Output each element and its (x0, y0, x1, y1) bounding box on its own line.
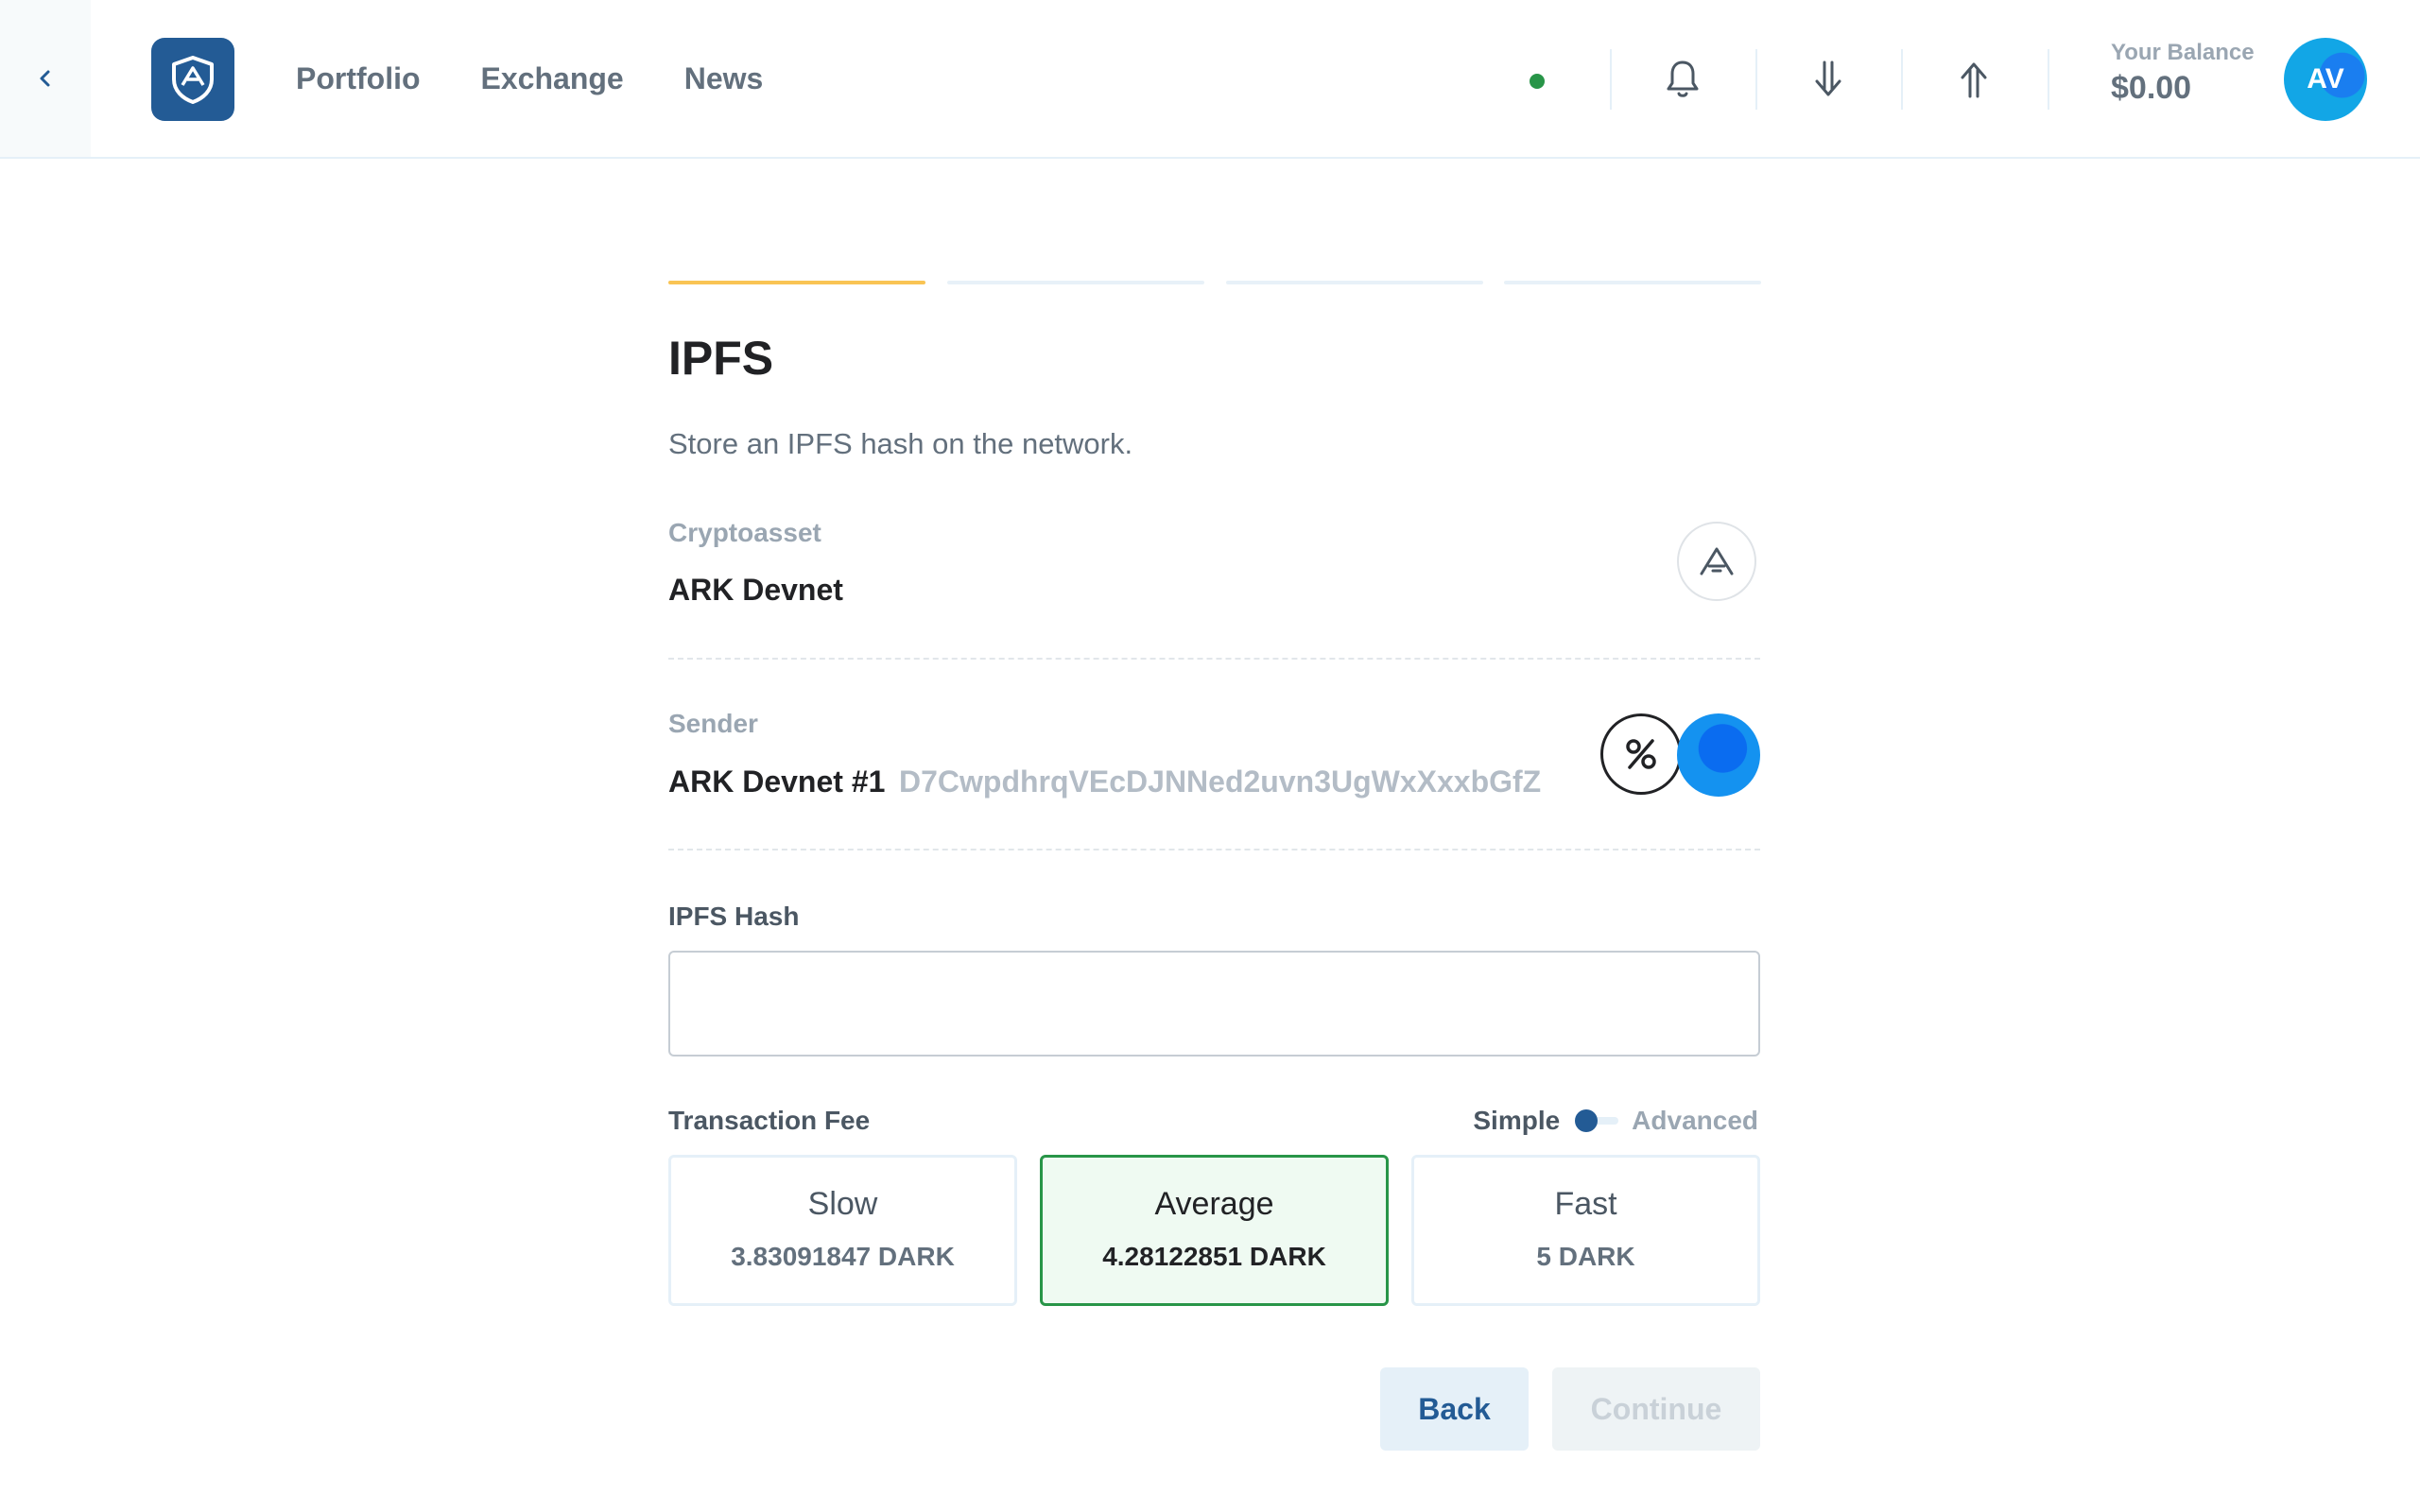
ark-logo[interactable] (151, 38, 234, 121)
balance-display: Your Balance $0.00 (2111, 40, 2255, 107)
notifications-button[interactable] (1656, 53, 1709, 106)
bell-icon (1667, 60, 1699, 97)
fee-option-fast[interactable]: Fast 5 DARK (1411, 1155, 1760, 1306)
step-1-indicator (668, 281, 925, 284)
fee-option-amount: 5 DARK (1536, 1242, 1635, 1271)
sender-label: Sender (668, 709, 758, 738)
ipfs-hash-label: IPFS Hash (668, 902, 800, 931)
nav-exchange[interactable]: Exchange (481, 61, 624, 96)
network-status-indicator (1530, 74, 1545, 89)
step-2-indicator (947, 281, 1204, 284)
send-button[interactable] (1947, 53, 2000, 106)
cryptoasset-label: Cryptoasset (668, 518, 821, 547)
receive-icon (1815, 60, 1841, 96)
fee-option-average[interactable]: Average 4.28122851 DARK (1040, 1155, 1389, 1306)
header-divider (1901, 49, 1903, 110)
nav-news[interactable]: News (684, 61, 764, 96)
back-button[interactable] (0, 0, 91, 157)
fee-mode-simple-label[interactable]: Simple (1473, 1106, 1560, 1136)
fee-mode-toggle[interactable] (1575, 1109, 1619, 1132)
transaction-fee-label: Transaction Fee (668, 1106, 871, 1135)
sender-name: ARK Devnet #1 (668, 765, 886, 799)
ipfs-hash-input[interactable] (668, 951, 1760, 1057)
page-title: IPFS (668, 332, 774, 385)
receive-button[interactable] (1802, 53, 1855, 106)
fee-mode-switch: Simple Advanced (1473, 1106, 1758, 1136)
page-description: Store an IPFS hash on the network. (668, 427, 1133, 460)
avatar-initials: AV (2307, 63, 2344, 94)
ark-logo-icon (172, 56, 214, 104)
sender-address: D7CwpdhrqVEcDJNNed2uvn3UgWxXxxbGfZ (899, 765, 1542, 799)
fee-option-amount: 3.83091847 DARK (731, 1242, 955, 1271)
fee-option-name: Fast (1554, 1186, 1617, 1222)
cryptoasset-value: ARK Devnet (668, 573, 843, 607)
step-3-indicator (1226, 281, 1483, 284)
nav-portfolio[interactable]: Portfolio (296, 61, 421, 96)
ark-network-icon (1700, 547, 1734, 576)
fee-option-name: Slow (807, 1186, 878, 1222)
balance-value: $0.00 (2111, 70, 2192, 106)
balance-label: Your Balance (2111, 40, 2255, 65)
percent-icon (1626, 739, 1656, 769)
header-divider (2048, 49, 2049, 110)
header-divider (1755, 49, 1757, 110)
continue-button[interactable]: Continue (1552, 1367, 1760, 1451)
multisignature-badge (1600, 713, 1682, 795)
toggle-knob (1575, 1109, 1599, 1132)
chevron-left-icon (40, 70, 50, 87)
section-divider (668, 849, 1760, 850)
back-button-form[interactable]: Back (1380, 1367, 1529, 1451)
fee-option-name: Average (1154, 1186, 1274, 1222)
step-4-indicator (1504, 281, 1761, 284)
fee-option-amount: 4.28122851 DARK (1102, 1242, 1326, 1271)
section-divider (668, 658, 1760, 660)
fee-option-slow[interactable]: Slow 3.83091847 DARK (668, 1155, 1017, 1306)
send-icon (1961, 62, 1987, 98)
fee-mode-advanced-label[interactable]: Advanced (1632, 1106, 1758, 1136)
main-nav: Portfolio Exchange News (296, 0, 823, 157)
header-divider (1610, 49, 1612, 110)
top-navbar: Portfolio Exchange News Your Balance $0.… (0, 0, 2420, 159)
cryptoasset-icon-wrapper (1677, 522, 1756, 601)
user-avatar[interactable]: AV (2284, 38, 2367, 121)
sender-avatar (1677, 713, 1760, 797)
